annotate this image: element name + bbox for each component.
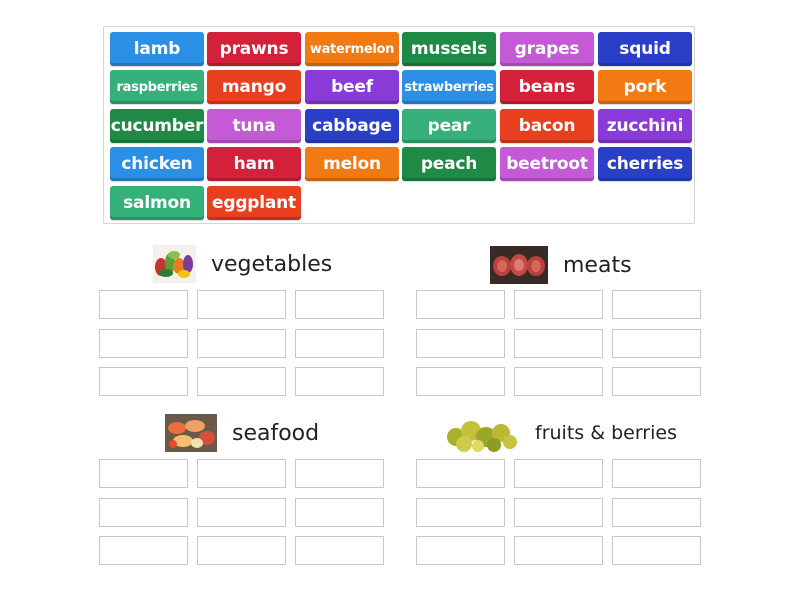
group-header-vegetables: vegetables [153, 244, 332, 284]
drop-slot-meats[interactable] [612, 290, 701, 319]
tile-cabbage[interactable]: cabbage [305, 109, 399, 143]
tile-pork[interactable]: pork [598, 70, 692, 104]
drop-slot-meats[interactable] [612, 329, 701, 358]
drop-slot-meats[interactable] [416, 367, 505, 396]
drop-slot-fruits-berries[interactable] [416, 498, 505, 527]
drop-slot-meats[interactable] [612, 367, 701, 396]
drop-slot-seafood[interactable] [295, 459, 384, 488]
drop-slot-vegetables[interactable] [295, 329, 384, 358]
group-header-seafood: seafood [165, 413, 319, 453]
drop-slot-vegetables[interactable] [99, 329, 188, 358]
drop-slot-vegetables[interactable] [99, 367, 188, 396]
group-title: seafood [232, 420, 320, 446]
drop-slot-seafood[interactable] [295, 536, 384, 565]
tile-chicken[interactable]: chicken [110, 147, 204, 181]
tile-beans[interactable]: beans [500, 70, 594, 104]
tile-beef[interactable]: beef [305, 70, 399, 104]
green-fruits-photo-icon [447, 421, 517, 452]
drop-slot-vegetables[interactable] [197, 367, 286, 396]
tile-melon[interactable]: melon [305, 147, 399, 181]
seafood-platter-photo-icon [165, 414, 217, 452]
drop-slot-vegetables[interactable] [197, 329, 286, 358]
drop-slot-fruits-berries[interactable] [416, 459, 505, 488]
group-title: fruits & berries [535, 422, 677, 444]
drop-slot-meats[interactable] [416, 290, 505, 319]
meat-steaks-photo-icon [490, 246, 548, 284]
tile-mango[interactable]: mango [207, 70, 301, 104]
tile-bank: lamb prawns watermelon mussels grapes squid ra… [103, 26, 695, 224]
tile-watermelon[interactable]: watermelon [305, 32, 399, 66]
drop-slot-seafood[interactable] [99, 498, 188, 527]
group-title: meats [563, 252, 632, 278]
tile-salmon[interactable]: salmon [110, 186, 204, 220]
group-title: vegetables [211, 251, 333, 277]
drop-slot-vegetables[interactable] [197, 290, 286, 319]
drop-slot-fruits-berries[interactable] [514, 536, 603, 565]
drop-slot-seafood[interactable] [99, 536, 188, 565]
group-header-fruits-berries: fruits & berries [444, 413, 677, 453]
drop-slot-fruits-berries[interactable] [514, 459, 603, 488]
drop-slot-fruits-berries[interactable] [514, 498, 603, 527]
group-header-meats: meats [490, 245, 632, 285]
drop-slot-vegetables[interactable] [99, 290, 188, 319]
tile-prawns[interactable]: prawns [207, 32, 301, 66]
tile-pear[interactable]: pear [402, 109, 496, 143]
tile-strawberries[interactable]: strawberries [402, 70, 496, 104]
tile-grapes[interactable]: grapes [500, 32, 594, 66]
drop-slot-seafood[interactable] [197, 459, 286, 488]
drop-slot-fruits-berries[interactable] [416, 536, 505, 565]
drop-slot-fruits-berries[interactable] [612, 536, 701, 565]
drop-slot-meats[interactable] [416, 329, 505, 358]
tile-ham[interactable]: ham [207, 147, 301, 181]
drop-slot-seafood[interactable] [197, 498, 286, 527]
tile-squid[interactable]: squid [598, 32, 692, 66]
tile-zucchini[interactable]: zucchini [598, 109, 692, 143]
tile-cucumber[interactable]: cucumber [110, 109, 204, 143]
drop-slot-seafood[interactable] [197, 536, 286, 565]
drop-slot-meats[interactable] [514, 290, 603, 319]
group-sort-activity: lamb prawns watermelon mussels grapes squid ra… [0, 0, 800, 600]
tile-tuna[interactable]: tuna [207, 109, 301, 143]
tile-cherries[interactable]: cherries [598, 147, 692, 181]
drop-slot-meats[interactable] [514, 329, 603, 358]
tile-eggplant[interactable]: eggplant [207, 186, 301, 220]
drop-slot-seafood[interactable] [99, 459, 188, 488]
tile-bacon[interactable]: bacon [500, 109, 594, 143]
tile-mussels[interactable]: mussels [402, 32, 496, 66]
tile-lamb[interactable]: lamb [110, 32, 204, 66]
vegetables-photo-icon [153, 245, 196, 283]
drop-slot-vegetables[interactable] [295, 290, 384, 319]
drop-slot-seafood[interactable] [295, 498, 384, 527]
drop-slot-fruits-berries[interactable] [612, 459, 701, 488]
drop-slot-meats[interactable] [514, 367, 603, 396]
tile-raspberries[interactable]: raspberries [110, 70, 204, 104]
tile-peach[interactable]: peach [402, 147, 496, 181]
drop-slot-vegetables[interactable] [295, 367, 384, 396]
drop-slot-fruits-berries[interactable] [612, 498, 701, 527]
tile-beetroot[interactable]: beetroot [500, 147, 594, 181]
